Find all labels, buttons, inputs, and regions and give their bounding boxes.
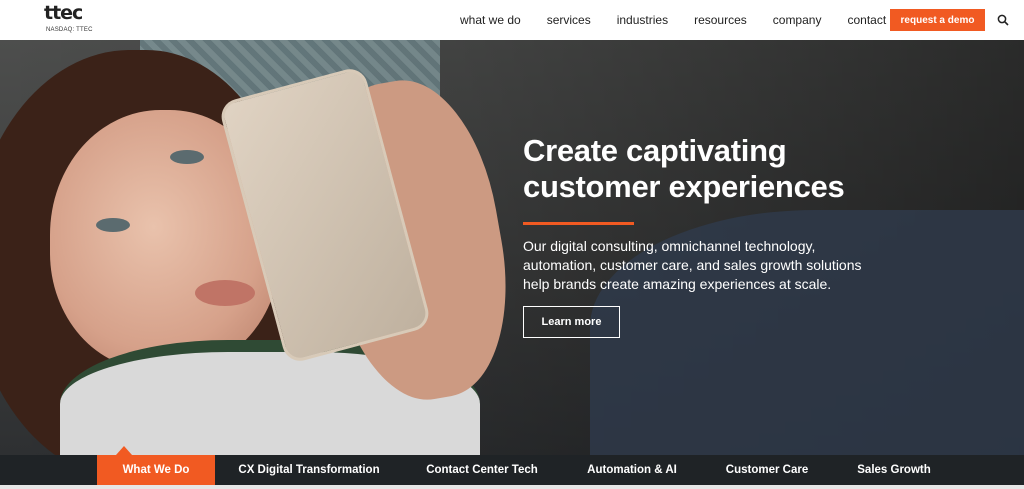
page-bottom-strip	[0, 485, 1024, 489]
nav-company[interactable]: company	[773, 13, 822, 27]
main-menu: what we do services industries resources…	[460, 0, 912, 40]
search-icon[interactable]	[997, 14, 1009, 26]
hero-title-line: Create captivating	[523, 133, 787, 168]
learn-more-button[interactable]: Learn more	[523, 306, 620, 338]
hero-title-line: customer experiences	[523, 169, 845, 204]
nav-services[interactable]: services	[547, 13, 591, 27]
nav-industries[interactable]: industries	[617, 13, 668, 27]
tab-contact-center-tech[interactable]: Contact Center Tech	[418, 455, 546, 485]
logo-subtext: NASDAQ: TTEC	[46, 27, 93, 33]
ttec-logo[interactable]: ttec NASDAQ: TTEC	[44, 2, 96, 36]
accent-divider	[523, 222, 634, 225]
request-demo-button[interactable]: request a demo	[890, 9, 985, 31]
tab-automation-ai[interactable]: Automation & AI	[578, 455, 686, 485]
hero-banner: Create captivating customer experiences …	[0, 40, 1024, 455]
tab-sales-growth[interactable]: Sales Growth	[848, 455, 940, 485]
tab-what-we-do[interactable]: What We Do	[97, 455, 215, 485]
active-tab-caret	[116, 446, 132, 455]
top-navigation: ttec NASDAQ: TTEC what we do services in…	[0, 0, 1024, 40]
logo-wordmark: ttec	[44, 2, 83, 24]
hero-title: Create captivating customer experiences	[523, 133, 923, 205]
nav-contact[interactable]: contact	[847, 13, 886, 27]
woman-eye	[96, 218, 130, 232]
tab-customer-care[interactable]: Customer Care	[718, 455, 816, 485]
section-tabs: What We Do CX Digital Transformation Con…	[0, 455, 1024, 485]
woman-eye	[170, 150, 204, 164]
woman-lips	[195, 280, 255, 306]
tab-cx-digital-transformation[interactable]: CX Digital Transformation	[230, 455, 388, 485]
nav-what-we-do[interactable]: what we do	[460, 13, 521, 27]
hero-description: Our digital consulting, omnichannel tech…	[523, 238, 862, 292]
nav-resources[interactable]: resources	[694, 13, 747, 27]
